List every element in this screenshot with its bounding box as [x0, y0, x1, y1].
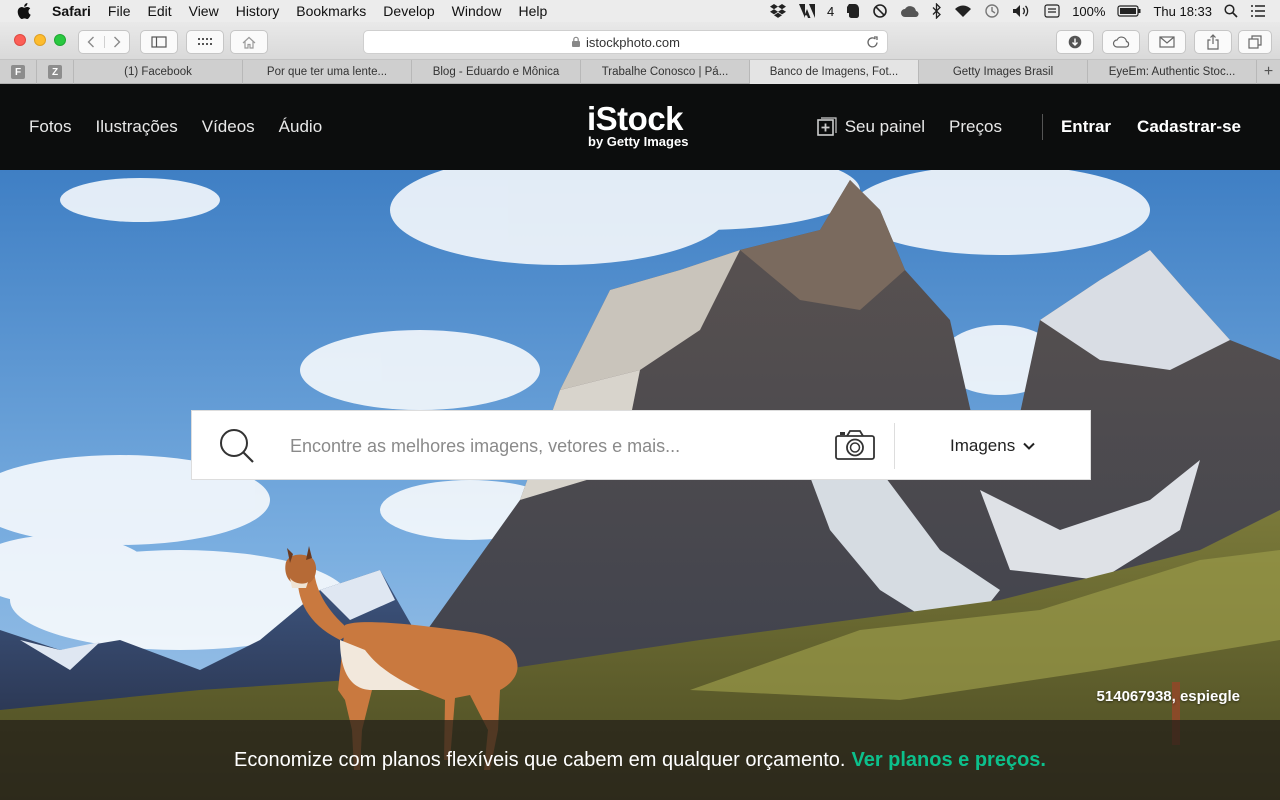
tab-blog[interactable]: Blog - Eduardo e Mônica: [412, 60, 581, 84]
evernote-icon[interactable]: [846, 2, 860, 20]
tab-lente[interactable]: Por que ter uma lente...: [243, 60, 412, 84]
reload-icon[interactable]: [866, 36, 879, 49]
home-button[interactable]: [230, 30, 268, 54]
menu-file[interactable]: File: [108, 3, 131, 19]
tab-eyeem[interactable]: EyeEm: Authentic Stoc...: [1088, 60, 1257, 84]
home-icon: [242, 36, 256, 49]
address-bar[interactable]: istockphoto.com: [363, 30, 888, 54]
sidebar-icon: [151, 36, 167, 48]
cloud-icon: [1112, 36, 1130, 48]
dropbox-icon[interactable]: [769, 2, 787, 20]
nav-audio[interactable]: Áudio: [279, 117, 322, 137]
bluetooth-icon[interactable]: [932, 2, 942, 20]
menu-help[interactable]: Help: [518, 3, 547, 19]
share-icon: [1207, 34, 1219, 50]
tab-trabalhe-conosco[interactable]: Trabalhe Conosco | Pá...: [581, 60, 750, 84]
dashboard-link[interactable]: Seu painel: [845, 117, 925, 137]
back-forward-buttons: [78, 30, 130, 54]
promo-text: Economize com planos flexíveis que cabem…: [234, 748, 846, 771]
creative-cloud-icon[interactable]: [900, 2, 920, 20]
forward-button[interactable]: [103, 36, 129, 48]
grid-icon: [198, 38, 212, 45]
nav-ilustracoes[interactable]: Ilustrações: [96, 117, 178, 137]
adobe-icon[interactable]: [798, 2, 815, 20]
status-area: 4 100% Thu 18:33: [769, 0, 1280, 22]
pricing-link[interactable]: Preços: [949, 117, 1002, 137]
top-sites-button[interactable]: [186, 30, 224, 54]
menu-view[interactable]: View: [189, 3, 219, 19]
nav-fotos[interactable]: Fotos: [29, 117, 72, 137]
pricing-plans-link[interactable]: Ver planos e preços.: [851, 749, 1046, 772]
search-input[interactable]: [288, 429, 808, 463]
menu-history[interactable]: History: [236, 3, 280, 19]
mail-button[interactable]: [1148, 30, 1186, 54]
pinned-tab-f[interactable]: F: [0, 60, 37, 84]
hero-landscape-image: [0, 170, 1280, 800]
signup-link[interactable]: Cadastrar-se: [1137, 117, 1241, 137]
battery-icon[interactable]: [1117, 2, 1141, 20]
safari-toolbar: istockphoto.com: [0, 22, 1280, 60]
nav-divider: [1041, 114, 1043, 140]
media-type-label: Imagens: [950, 436, 1016, 455]
nav-videos[interactable]: Vídeos: [202, 117, 255, 137]
share-button[interactable]: [1194, 30, 1232, 54]
downloads-button[interactable]: [1056, 30, 1094, 54]
download-icon: [1068, 35, 1082, 49]
search-divider: [894, 423, 895, 469]
photo-credit: 514067938, espiegle: [1096, 688, 1240, 705]
pinned-tab-z[interactable]: Z: [37, 60, 74, 84]
promo-banner: Economize com planos flexíveis que cabem…: [0, 720, 1280, 800]
signin-link[interactable]: Entrar: [1061, 117, 1111, 137]
battery-percent: 100%: [1072, 3, 1106, 19]
tab-banco-de-imagens[interactable]: Banco de Imagens, Fot...: [750, 60, 919, 84]
menu-window[interactable]: Window: [452, 3, 502, 19]
menu-develop[interactable]: Develop: [383, 3, 434, 19]
lock-icon: [572, 36, 581, 47]
menu-edit[interactable]: Edit: [147, 3, 171, 19]
close-window-button[interactable]: [14, 34, 26, 46]
camera-icon[interactable]: [834, 429, 876, 461]
volume-icon[interactable]: [1012, 2, 1032, 20]
icloud-button[interactable]: [1102, 30, 1140, 54]
menu-safari[interactable]: Safari: [52, 3, 91, 19]
main-nav: Fotos Ilustrações Vídeos Áudio: [29, 84, 322, 170]
url-text: istockphoto.com: [586, 34, 680, 50]
wifi-icon[interactable]: [954, 2, 972, 20]
tabs-icon: [1248, 35, 1262, 49]
search-icon[interactable]: [218, 427, 256, 465]
minimize-window-button[interactable]: [34, 34, 46, 46]
tab-bar: F Z (1) Facebook Por que ter uma lente..…: [0, 60, 1280, 84]
hero-banner: Imagens 514067938, espiegle Economize co…: [0, 170, 1280, 800]
back-button[interactable]: [79, 36, 104, 48]
macos-menu-bar: Safari File Edit View History Bookmarks …: [0, 0, 1280, 22]
new-tab-button[interactable]: +: [1257, 60, 1280, 83]
media-type-dropdown[interactable]: Imagens: [950, 411, 1035, 481]
account-nav: Seu painel Preços Entrar Cadastrar-se: [816, 84, 1280, 170]
plus-square-icon[interactable]: [816, 117, 837, 137]
blocked-icon[interactable]: [872, 2, 888, 20]
mail-icon: [1159, 36, 1175, 48]
istock-logo[interactable]: iStock by Getty Images: [587, 100, 689, 150]
search-bar: Imagens: [191, 410, 1091, 480]
adobe-count: 4: [826, 3, 835, 19]
menu-bookmarks[interactable]: Bookmarks: [296, 3, 366, 19]
notification-center-icon[interactable]: [1250, 2, 1266, 20]
site-header: Fotos Ilustrações Vídeos Áudio iStock by…: [0, 84, 1280, 170]
tab-overview-button[interactable]: [1238, 30, 1272, 54]
tab-getty-images[interactable]: Getty Images Brasil: [919, 60, 1088, 84]
chevron-down-icon: [1023, 442, 1035, 450]
clock[interactable]: Thu 18:33: [1153, 4, 1212, 19]
apple-icon[interactable]: [17, 3, 35, 19]
time-machine-icon[interactable]: [984, 2, 1000, 20]
sidebar-button[interactable]: [140, 30, 178, 54]
spotlight-search-icon[interactable]: [1224, 2, 1238, 20]
logo-subtext: by Getty Images: [588, 134, 689, 149]
tab-facebook[interactable]: (1) Facebook: [74, 60, 243, 84]
logo-text: iStock: [587, 100, 684, 137]
zoom-window-button[interactable]: [54, 34, 66, 46]
keyboard-input-icon[interactable]: [1044, 2, 1060, 20]
